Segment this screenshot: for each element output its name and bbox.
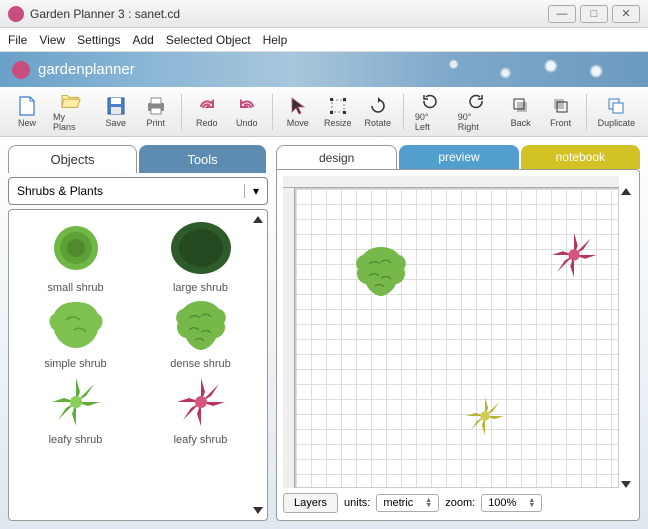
placed-dense-shrub[interactable]: [351, 244, 411, 300]
app-icon: [8, 6, 24, 22]
brand-bar: gardenplanner: [0, 52, 648, 87]
bring-front-icon: [551, 96, 571, 116]
palette-item-dense-shrub[interactable]: dense shrub: [142, 298, 259, 370]
leafy-shrub-green-icon: [46, 374, 106, 430]
stepper-icon: ▲▼: [528, 498, 535, 508]
rotate-left-button[interactable]: 90° Left: [410, 90, 451, 134]
canvas-bottom-bar: Layers units: metric▲▼ zoom: 100%▲▼: [283, 488, 633, 514]
tab-notebook[interactable]: notebook: [521, 145, 640, 169]
resize-button[interactable]: Resize: [319, 90, 357, 134]
right-panel: design preview notebook Layers: [276, 145, 640, 521]
print-icon: [146, 96, 166, 116]
horizontal-ruler: [283, 176, 619, 188]
palette-item-simple-shrub[interactable]: simple shrub: [17, 298, 134, 370]
maximize-button[interactable]: □: [580, 5, 608, 23]
redo-button[interactable]: Redo: [188, 90, 226, 134]
vertical-ruler: [283, 188, 295, 488]
layers-button[interactable]: Layers: [283, 493, 338, 513]
close-button[interactable]: ✕: [612, 5, 640, 23]
rotate-button[interactable]: Rotate: [359, 90, 397, 134]
zoom-label: zoom:: [445, 497, 475, 509]
brand-logo-icon: [12, 61, 30, 79]
rotate-icon: [368, 96, 388, 116]
toolbar: New My Plans Save Print Redo Undo Move R…: [0, 87, 648, 137]
menu-help[interactable]: Help: [263, 33, 288, 47]
dense-shrub-icon: [171, 298, 231, 354]
palette-scrollbar[interactable]: [251, 216, 265, 514]
scroll-down-icon[interactable]: [621, 481, 631, 488]
print-button[interactable]: Print: [137, 90, 175, 134]
small-shrub-icon: [46, 218, 106, 278]
placed-leafy-shrub-yellow[interactable]: [461, 394, 509, 438]
palette-item-small-shrub[interactable]: small shrub: [17, 218, 134, 294]
save-icon: [106, 96, 126, 116]
duplicate-button[interactable]: Duplicate: [593, 90, 640, 134]
front-button[interactable]: Front: [542, 90, 580, 134]
leafy-shrub-red-icon: [171, 374, 231, 430]
menu-settings[interactable]: Settings: [77, 33, 120, 47]
palette-item-leafy-shrub-red[interactable]: leafy shrub: [142, 374, 259, 446]
category-select[interactable]: Shrubs & Plants ▾: [8, 177, 268, 205]
units-label: units:: [344, 497, 370, 509]
design-canvas[interactable]: [295, 188, 619, 488]
zoom-select[interactable]: 100%▲▼: [481, 494, 542, 512]
menubar: File View Settings Add Selected Object H…: [0, 28, 648, 52]
rotate-right-button[interactable]: 90° Right: [453, 90, 500, 134]
my-plans-button[interactable]: My Plans: [48, 90, 95, 134]
scroll-up-icon[interactable]: [621, 188, 631, 195]
resize-icon: [328, 96, 348, 116]
object-palette: small shrub large shrub simple shrub den…: [8, 209, 268, 521]
duplicate-icon: [606, 96, 626, 116]
window-title: Garden Planner 3 : sanet.cd: [30, 7, 548, 21]
back-button[interactable]: Back: [502, 90, 540, 134]
simple-shrub-icon: [46, 298, 106, 354]
new-file-icon: [17, 96, 37, 116]
palette-item-large-shrub[interactable]: large shrub: [142, 218, 259, 294]
scroll-up-icon[interactable]: [253, 216, 263, 223]
palette-item-leafy-shrub-green[interactable]: leafy shrub: [17, 374, 134, 446]
large-shrub-icon: [168, 218, 234, 278]
units-select[interactable]: metric▲▼: [376, 494, 439, 512]
menu-selected-object[interactable]: Selected Object: [166, 33, 251, 47]
tab-objects[interactable]: Objects: [8, 145, 137, 173]
move-cursor-icon: [288, 96, 308, 116]
left-panel: Objects Tools Shrubs & Plants ▾ small sh…: [8, 145, 268, 521]
send-back-icon: [511, 96, 531, 116]
dropdown-arrow-icon: ▾: [244, 184, 259, 198]
move-button[interactable]: Move: [279, 90, 317, 134]
tab-preview[interactable]: preview: [399, 145, 518, 169]
tab-design[interactable]: design: [276, 145, 397, 169]
menu-add[interactable]: Add: [133, 33, 154, 47]
stepper-icon: ▲▼: [425, 498, 432, 508]
titlebar: Garden Planner 3 : sanet.cd — □ ✕: [0, 0, 648, 28]
menu-file[interactable]: File: [8, 33, 27, 47]
rotate-left-icon: [420, 92, 440, 110]
tab-tools[interactable]: Tools: [139, 145, 266, 173]
category-value: Shrubs & Plants: [17, 184, 103, 198]
undo-icon: [237, 96, 257, 116]
undo-button[interactable]: Undo: [228, 90, 266, 134]
minimize-button[interactable]: —: [548, 5, 576, 23]
save-button[interactable]: Save: [97, 90, 135, 134]
placed-leafy-shrub-red[interactable]: [546, 229, 602, 281]
canvas-scrollbar-vertical[interactable]: [619, 188, 633, 488]
brand-text: gardenplanner: [38, 61, 135, 78]
folder-open-icon: [61, 92, 81, 110]
redo-icon: [197, 96, 217, 116]
rotate-right-icon: [466, 92, 486, 110]
scroll-down-icon[interactable]: [253, 507, 263, 514]
menu-view[interactable]: View: [39, 33, 65, 47]
new-button[interactable]: New: [8, 90, 46, 134]
